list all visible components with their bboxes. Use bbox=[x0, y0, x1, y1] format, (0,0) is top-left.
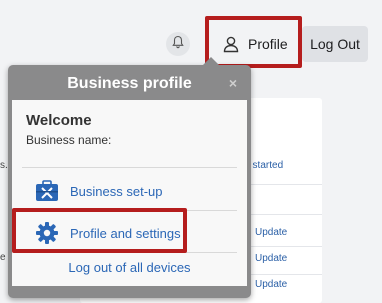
divider bbox=[22, 252, 237, 253]
gear-icon bbox=[34, 220, 60, 246]
notifications-button[interactable] bbox=[166, 32, 190, 56]
profile-and-settings-link[interactable]: Profile and settings bbox=[22, 218, 237, 248]
business-setup-label: Business set-up bbox=[70, 183, 163, 199]
profile-button[interactable]: Profile bbox=[212, 24, 298, 64]
close-icon[interactable]: × bbox=[229, 75, 237, 91]
update-link[interactable]: Update bbox=[255, 279, 287, 290]
business-setup-link[interactable]: Business set-up bbox=[22, 176, 237, 206]
update-link[interactable]: Update bbox=[255, 227, 287, 238]
toolbox-icon bbox=[34, 178, 60, 204]
profile-label: Profile bbox=[248, 36, 288, 52]
divider bbox=[22, 167, 237, 168]
clipped-text: e bbox=[0, 252, 6, 263]
business-profile-popover: Business profile × Welcome Business name… bbox=[8, 57, 251, 298]
profile-and-settings-label: Profile and settings bbox=[70, 225, 181, 241]
user-icon bbox=[220, 33, 242, 55]
logout-all-devices-link[interactable]: Log out of all devices bbox=[8, 260, 251, 275]
popover-arrow bbox=[203, 57, 219, 65]
business-name-label: Business name: bbox=[26, 133, 112, 147]
bell-icon bbox=[171, 35, 185, 54]
welcome-heading: Welcome bbox=[26, 112, 92, 129]
update-link[interactable]: Update bbox=[255, 253, 287, 264]
popover-title: Business profile bbox=[67, 75, 192, 92]
clipped-text: s. bbox=[0, 160, 8, 171]
divider bbox=[22, 210, 237, 211]
popover-body: Welcome Business name: Business set-up P… bbox=[12, 100, 247, 286]
get-started-link[interactable]: t started bbox=[247, 160, 283, 171]
logout-button[interactable]: Log Out bbox=[302, 26, 368, 62]
